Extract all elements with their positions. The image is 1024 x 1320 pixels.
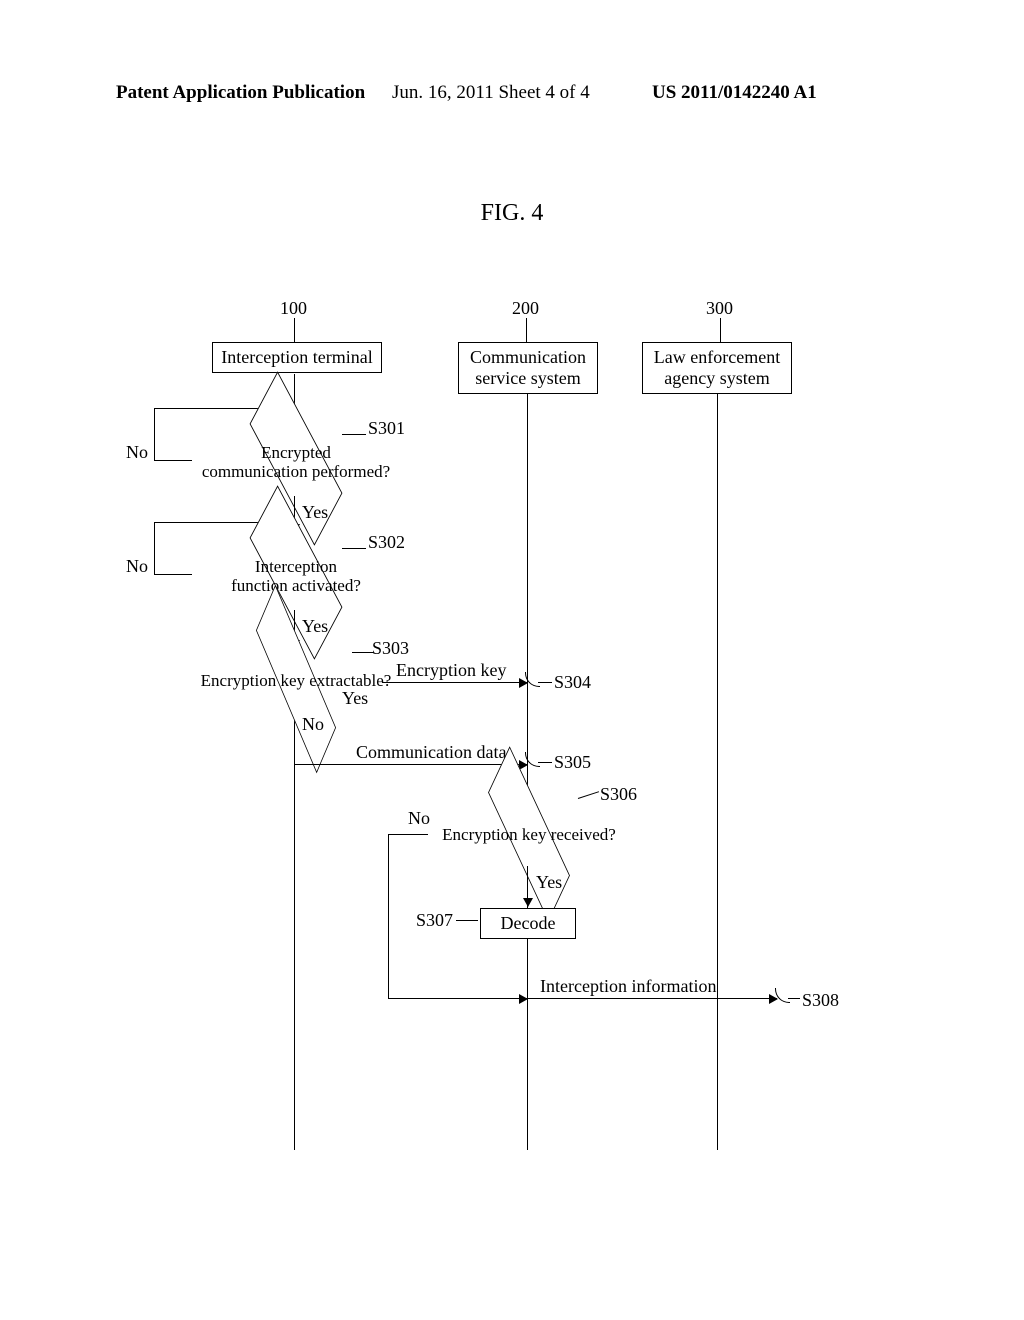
d1-yes: Yes (302, 502, 328, 523)
step-s305-label: S305 (554, 752, 591, 773)
step-s307-label: S307 (416, 910, 453, 931)
d2-yes: Yes (302, 616, 328, 637)
d2-no: No (126, 556, 148, 577)
d1-no: No (126, 442, 148, 463)
step-s306-label: S306 (600, 784, 637, 805)
lifeline-b (527, 394, 528, 1150)
arrow-s308 (527, 998, 777, 999)
d4-no: No (408, 808, 430, 829)
msg-communication-data: Communication data (356, 742, 506, 763)
step-s301-label: S301 (368, 418, 405, 439)
lane-b-box: Communication service system (458, 342, 598, 394)
lane-c-number: 300 (706, 298, 733, 319)
header-mid: Jun. 16, 2011 Sheet 4 of 4 (392, 82, 590, 104)
step-s303-label: S303 (372, 638, 409, 659)
lane-a-leader (294, 318, 295, 342)
lane-c-leader (720, 318, 721, 342)
d3-no: No (302, 714, 324, 735)
arrow-s305 (294, 764, 527, 765)
lane-b-number: 200 (512, 298, 539, 319)
lane-a-box: Interception terminal (212, 342, 382, 373)
arrow-s304 (382, 682, 527, 683)
d3-yes: Yes (342, 688, 368, 709)
figure-title: FIG. 4 (0, 200, 1024, 227)
diagram-stage: 100 200 300 Interception terminal Commun… (120, 300, 900, 1150)
d4-yes: Yes (536, 872, 562, 893)
lifeline-c (717, 394, 718, 1150)
process-decode: Decode (480, 908, 576, 939)
lane-c-box: Law enforcement agency system (642, 342, 792, 394)
lane-b-leader (526, 318, 527, 342)
no-rejoin-arrow (388, 998, 527, 999)
step-s304-label: S304 (554, 672, 591, 693)
step-s308-label: S308 (802, 990, 839, 1011)
step-s302-label: S302 (368, 532, 405, 553)
header-right: US 2011/0142240 A1 (652, 82, 817, 104)
msg-interception-info: Interception information (540, 976, 716, 997)
header-left: Patent Application Publication (116, 82, 365, 104)
lane-a-number: 100 (280, 298, 307, 319)
msg-encryption-key: Encryption key (396, 660, 506, 681)
